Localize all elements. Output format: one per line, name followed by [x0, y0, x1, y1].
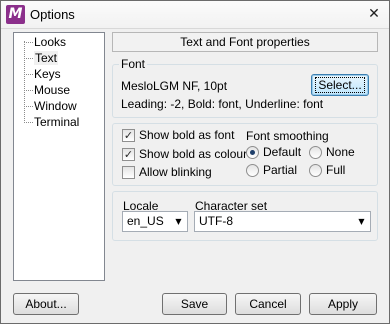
nav-item-terminal[interactable]: Terminal — [24, 115, 80, 130]
panel-header: Text and Font properties — [112, 32, 378, 52]
window-title: Options — [30, 7, 75, 22]
radio-dot — [246, 164, 259, 177]
nav-item-window[interactable]: Window — [24, 99, 77, 114]
tree-connector-line — [24, 41, 25, 121]
radio-label: None — [326, 145, 355, 159]
nav-item-label: Keys — [34, 67, 61, 81]
nav-item-mouse[interactable]: Mouse — [24, 83, 71, 98]
nav-item-label: Looks — [34, 35, 67, 49]
check-icon: ✓ — [122, 148, 135, 161]
nav-item-label: Text — [34, 51, 59, 65]
apply-button-label: Apply — [327, 297, 359, 311]
checkbox-label: Show bold as font — [139, 128, 235, 142]
chevron-down-icon: ▼ — [358, 217, 365, 226]
font-group-title: Font — [119, 57, 148, 71]
save-button[interactable]: Save — [162, 293, 227, 315]
title-bar[interactable]: M Options ✕ — [1, 1, 389, 29]
radio-dot — [309, 164, 322, 177]
font-details-text: Leading: -2, Bold: font, Underline: font — [121, 97, 324, 111]
checkbox-label: Show bold as colour — [139, 147, 248, 161]
nav-item-looks[interactable]: Looks — [24, 35, 67, 50]
tree-connector-tick — [24, 58, 33, 59]
checkbox-label: Allow blinking — [139, 165, 212, 179]
nav-item-label: Terminal — [34, 115, 80, 129]
close-button[interactable]: ✕ — [363, 4, 385, 24]
locale-value: en_US — [127, 214, 164, 228]
tree-connector-tick — [24, 42, 33, 43]
radio-label: Partial — [263, 163, 298, 177]
charset-select[interactable]: UTF-8 ▼ — [194, 211, 371, 232]
cancel-button[interactable]: Cancel — [235, 293, 301, 315]
radio-dot — [246, 146, 259, 159]
cancel-button-label: Cancel — [249, 297, 287, 311]
radio-label: Full — [326, 163, 346, 177]
about-button-label: About... — [25, 297, 67, 311]
select-font-button-label: Select... — [315, 77, 365, 93]
check-icon: ✓ — [122, 129, 135, 142]
checkbox-box — [122, 166, 135, 179]
about-button[interactable]: About... — [13, 293, 79, 315]
chevron-down-icon: ▼ — [175, 217, 182, 226]
nav-item-label: Window — [34, 99, 77, 113]
tree-connector-tick — [24, 122, 33, 123]
options-nav-tree[interactable]: Looks Text Keys Mouse Window Terminal — [13, 32, 105, 281]
close-icon: ✕ — [368, 6, 380, 22]
mintty-app-icon: M — [6, 5, 25, 24]
options-dialog: M Options ✕ Looks Text Keys Mouse Window — [0, 0, 390, 324]
select-font-button[interactable]: Select... — [311, 74, 369, 96]
nav-item-label: Mouse — [34, 83, 71, 97]
locale-select[interactable]: en_US ▼ — [122, 211, 188, 232]
font-smoothing-title: Font smoothing — [246, 129, 329, 143]
nav-item-keys[interactable]: Keys — [24, 67, 61, 82]
radio-dot — [309, 146, 322, 159]
apply-button[interactable]: Apply — [309, 293, 377, 315]
nav-item-text[interactable]: Text — [24, 51, 59, 66]
tree-connector-tick — [24, 74, 33, 75]
save-button-label: Save — [180, 297, 209, 311]
charset-value: UTF-8 — [199, 214, 233, 228]
tree-connector-tick — [24, 90, 33, 91]
font-name-text: MesloLGM NF, 10pt — [121, 79, 228, 93]
radio-label: Default — [263, 145, 302, 159]
tree-connector-tick — [24, 106, 33, 107]
